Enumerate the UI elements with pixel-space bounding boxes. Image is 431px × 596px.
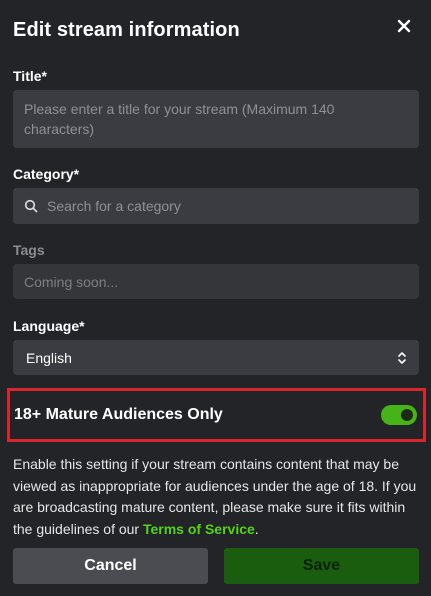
language-label: Language* xyxy=(13,318,85,334)
mature-setting-row: 18+ Mature Audiences Only xyxy=(7,388,426,442)
category-label: Category* xyxy=(13,166,80,182)
language-value: English xyxy=(26,349,72,366)
mature-label: 18+ Mature Audiences Only xyxy=(14,406,223,423)
dialog-title: Edit stream information xyxy=(13,19,240,41)
description-end: . xyxy=(254,520,259,537)
title-placeholder: Please enter a title for your stream (Ma… xyxy=(24,101,335,137)
title-label: Title* xyxy=(13,68,47,84)
save-button[interactable]: Save xyxy=(224,548,419,584)
cancel-button[interactable]: Cancel xyxy=(13,548,208,584)
tags-label: Tags xyxy=(13,242,45,258)
chevron-updown-icon xyxy=(398,351,406,364)
edit-stream-dialog: Edit stream information Title* Please en… xyxy=(0,0,431,596)
terms-of-service-link[interactable]: Terms of Service xyxy=(143,521,255,537)
tags-placeholder: Coming soon... xyxy=(24,273,119,290)
close-button[interactable] xyxy=(393,15,415,37)
category-placeholder: Search for a category xyxy=(47,198,181,214)
close-icon xyxy=(397,19,411,33)
tags-input: Coming soon... xyxy=(13,264,419,299)
category-search-input[interactable]: Search for a category xyxy=(13,188,419,224)
toggle-knob xyxy=(401,409,413,421)
mature-toggle[interactable] xyxy=(381,405,417,425)
title-input[interactable]: Please enter a title for your stream (Ma… xyxy=(13,90,419,148)
search-icon xyxy=(24,199,38,213)
mature-description: Enable this setting if your stream conta… xyxy=(13,454,418,540)
language-select[interactable]: English xyxy=(13,340,419,375)
